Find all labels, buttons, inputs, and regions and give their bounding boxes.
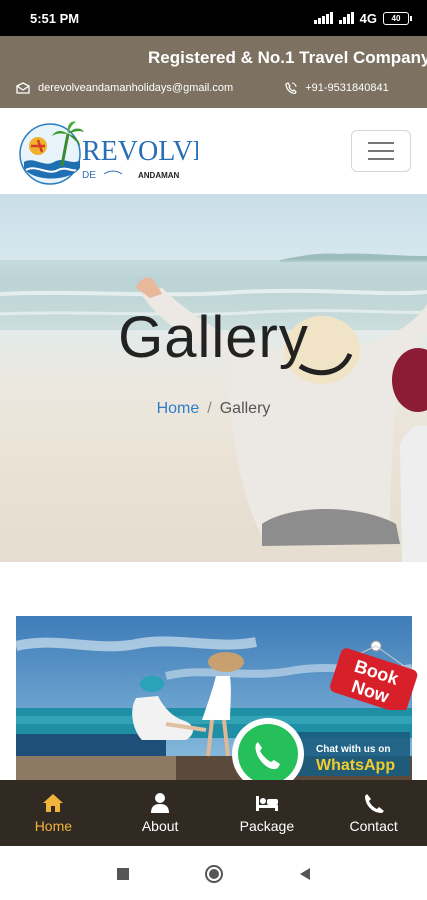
brand-name: REVOLVE bbox=[82, 136, 198, 167]
signal-icon bbox=[338, 12, 354, 24]
menu-toggle-button[interactable] bbox=[351, 130, 411, 172]
nav-item-contact[interactable]: Contact bbox=[320, 780, 427, 846]
network-type: 4G bbox=[359, 10, 377, 26]
nav-label-contact: Contact bbox=[349, 818, 398, 834]
brand-wordmark: REVOLVE DE ANDAMAN bbox=[82, 136, 198, 181]
breadcrumb-home-link[interactable]: Home bbox=[157, 400, 200, 417]
hamburger-icon-line bbox=[368, 142, 394, 144]
book-now-button[interactable]: Book Now bbox=[322, 640, 422, 710]
home-icon bbox=[43, 794, 64, 812]
top-info-bar: Registered & No.1 Travel Company derevol… bbox=[0, 36, 427, 108]
user-icon bbox=[151, 793, 170, 813]
phone-link[interactable]: +91-9531840841 bbox=[285, 82, 389, 94]
whatsapp-line2: WhatsApp bbox=[316, 757, 395, 774]
status-time: 5:51 PM bbox=[30, 10, 80, 26]
nav-label-package: Package bbox=[239, 818, 295, 834]
phone-text: +91-9531840841 bbox=[305, 82, 389, 94]
hero-background-photo bbox=[0, 253, 427, 562]
contact-row: derevolveandamanholidays@gmail.com +91-9… bbox=[0, 82, 427, 94]
breadcrumb: Home / Gallery bbox=[0, 400, 427, 418]
nav-item-package[interactable]: Package bbox=[214, 780, 321, 846]
nav-label-about: About bbox=[141, 818, 179, 834]
nav-item-home[interactable]: Home bbox=[0, 780, 107, 846]
envelope-icon bbox=[16, 82, 30, 94]
bottom-navigation: Home About Package Contact bbox=[0, 780, 427, 846]
android-navigation-bar bbox=[0, 848, 427, 900]
brand-logo[interactable]: REVOLVE DE ANDAMAN bbox=[18, 116, 198, 188]
phone-icon bbox=[285, 82, 297, 94]
nav-label-home: Home bbox=[34, 818, 73, 834]
brand-prefix: DE bbox=[82, 170, 96, 181]
nav-item-about[interactable]: About bbox=[107, 780, 214, 846]
bed-icon bbox=[255, 796, 278, 811]
recents-button-icon[interactable] bbox=[116, 867, 130, 881]
signal-bars-icon bbox=[313, 12, 333, 24]
whatsapp-chat-button[interactable]: Chat with us on WhatsApp bbox=[230, 718, 410, 784]
breadcrumb-current: Gallery bbox=[219, 400, 271, 417]
status-bar: 5:51 PM 4G 40 bbox=[0, 0, 427, 36]
brand-suffix: ANDAMAN bbox=[138, 171, 180, 180]
whatsapp-icon bbox=[232, 718, 304, 784]
hero-banner: Gallery Home / Gallery bbox=[0, 194, 427, 562]
status-icons: 4G 40 bbox=[313, 10, 412, 26]
whatsapp-line1: Chat with us on bbox=[316, 744, 390, 755]
email-link[interactable]: derevolveandamanholidays@gmail.com bbox=[16, 82, 233, 94]
hamburger-icon-line bbox=[368, 158, 394, 160]
battery-level: 40 bbox=[391, 13, 401, 23]
page-title: Gallery bbox=[118, 305, 309, 370]
logo-plane-trail bbox=[103, 170, 123, 175]
phone-icon bbox=[364, 794, 384, 813]
home-button-icon[interactable] bbox=[204, 864, 224, 884]
hamburger-icon-line bbox=[368, 150, 394, 152]
battery-icon: 40 bbox=[383, 11, 412, 25]
navbar: REVOLVE DE ANDAMAN bbox=[0, 108, 427, 194]
back-button-icon[interactable] bbox=[298, 867, 312, 881]
breadcrumb-separator: / bbox=[207, 400, 212, 417]
email-text: derevolveandamanholidays@gmail.com bbox=[38, 82, 234, 94]
tagline: Registered & No.1 Travel Company bbox=[148, 48, 427, 67]
